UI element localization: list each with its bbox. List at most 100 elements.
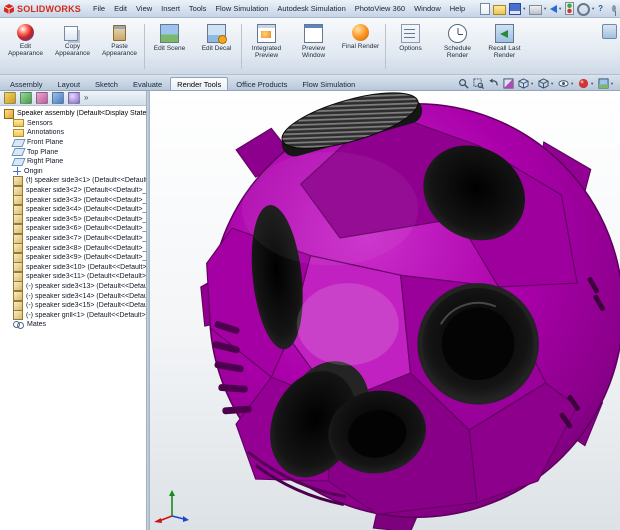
tree-item-top-plane[interactable]: Top Plane [2,147,146,157]
part-icon [13,186,23,196]
open-folder-icon [493,5,506,15]
copy-appearance-button[interactable]: Copy Appearance [49,20,96,73]
part-icon [13,224,23,234]
menu-tools[interactable]: Tools [185,2,211,15]
render-options-button[interactable]: Options [387,20,434,73]
tree-item-assembly-root[interactable]: Speaker assembly (Default<Display State- [2,109,146,119]
menu-view[interactable]: View [132,2,156,15]
tab-render-tools[interactable]: Render Tools [170,77,228,90]
previous-view-button[interactable] [488,78,499,89]
ribbon-separator [241,24,242,69]
tree-item-speaker-side3-7[interactable]: speaker side3<7> (Default<<Default>_ [2,234,146,244]
apply-scene-button[interactable]: ▼ [598,78,614,89]
view-orientation-button[interactable]: ▼ [518,78,534,89]
open-button[interactable] [493,3,506,15]
edit-appearance-headsup-button[interactable]: ▼ [578,78,594,89]
final-render-button[interactable]: Final Render [337,20,384,73]
help-button[interactable]: ? [598,4,603,14]
edit-scene-button[interactable]: Edit Scene [146,20,193,73]
tree-item-speaker-side3-2[interactable]: speaker side3<2> (Default<<Default>_ [2,186,146,196]
edit-scene-icon [160,24,179,43]
paste-appearance-button[interactable]: Paste Appearance [96,20,143,73]
menu-edit[interactable]: Edit [110,2,131,15]
undo-button[interactable]: ▼ [550,4,562,13]
ribbon-button-label: Paste Appearance [98,43,142,57]
featuremanager-tab-icon[interactable] [4,92,16,104]
tree-item-front-plane[interactable]: Front Plane [2,138,146,148]
tree-item-annotations[interactable]: Annotations [2,128,146,138]
menu-help[interactable]: Help [446,2,469,15]
tree-item-label: Top Plane [27,149,58,156]
part-icon [13,243,23,253]
recall-last-render-button[interactable]: Recall Last Render [481,20,528,73]
tree-item-speaker-side3-14[interactable]: (-) speaker side3<14> (Default<<Defaul [2,291,146,301]
tree-item-speaker-side3-13[interactable]: (-) speaker side3<13> (Default<<Defaul [2,282,146,292]
displaymanager-tab-icon[interactable] [68,92,80,104]
rebuild-button[interactable] [565,2,574,15]
menu-file[interactable]: File [89,2,109,15]
panel-tabs-overflow-button[interactable]: » [84,93,88,103]
integrated-preview-button[interactable]: Integrated Preview [243,20,290,73]
tab-evaluate[interactable]: Evaluate [126,77,169,90]
display-style-button[interactable]: ▼ [538,78,554,89]
configurationmanager-tab-icon[interactable] [36,92,48,104]
tree-item-speaker-side3-11[interactable]: speaker side3<11> (Default<<Default>_ [2,272,146,282]
menu-insert[interactable]: Insert [157,2,184,15]
save-button[interactable]: ▼ [509,3,526,15]
speaker-model-render[interactable] [150,91,620,530]
tab-flow-simulation[interactable]: Flow Simulation [295,77,362,90]
tree-item-speaker-side3-8[interactable]: speaker side3<8> (Default<<Default>_ [2,243,146,253]
main-area: » Speaker assembly (Default<Display Stat… [0,91,620,530]
folder-icon [13,129,24,137]
plane-icon [11,148,25,156]
dimxpertmanager-tab-icon[interactable] [52,92,64,104]
tree-item-speaker-side3-5[interactable]: speaker side3<5> (Default<<Default>_ [2,215,146,225]
tree-item-speaker-grill-1[interactable]: (-) speaker grill<1> (Default<<Default>_ [2,310,146,320]
new-document-button[interactable] [480,3,490,15]
preview-window-button[interactable]: Preview Window [290,20,337,73]
feature-tree: Speaker assembly (Default<Display State-… [0,106,146,530]
print-button[interactable]: ▼ [529,3,547,15]
graphics-area[interactable] [150,91,620,530]
tree-item-mates[interactable]: Mates [2,320,146,330]
tab-sketch[interactable]: Sketch [88,77,125,90]
task-pane-button[interactable] [602,24,617,39]
tree-item-speaker-side3-3[interactable]: speaker side3<3> (Default<<Default>_ [2,195,146,205]
edit-decal-button[interactable]: Edit Decal [193,20,240,73]
panel-tab-strip: » [0,91,146,106]
caret-down-icon: ▼ [558,7,562,11]
zoom-to-fit-button[interactable] [458,78,469,89]
tab-office-products[interactable]: Office Products [229,77,294,90]
tree-item-speaker-side3-9[interactable]: speaker side3<9> (Default<<Default>_ [2,253,146,263]
propertymanager-tab-icon[interactable] [20,92,32,104]
tab-assembly[interactable]: Assembly [3,77,50,90]
pushpin-icon[interactable] [612,5,616,12]
edit-appearance-button[interactable]: Edit Appearance [2,20,49,73]
menu-autodesk-simulation[interactable]: Autodesk Simulation [273,2,349,15]
schedule-render-button[interactable]: Schedule Render [434,20,481,73]
section-view-button[interactable] [503,78,514,89]
menu-flow-simulation[interactable]: Flow Simulation [211,2,272,15]
tree-item-speaker-side3-4[interactable]: speaker side3<4> (Default<<Default>_ [2,205,146,215]
hide-show-items-button[interactable]: ▼ [558,78,574,89]
tree-item-right-plane[interactable]: Right Plane [2,157,146,167]
caret-down-icon: ▼ [530,82,534,86]
ribbon-button-label: Copy Appearance [51,43,95,57]
tree-item-origin[interactable]: Origin [2,167,146,177]
tree-item-speaker-side3-15[interactable]: (-) speaker side3<15> (Default<<Defaul [2,301,146,311]
tab-layout[interactable]: Layout [51,77,88,90]
tree-item-sensors[interactable]: Sensors [2,119,146,129]
tree-item-speaker-side3-1[interactable]: (f) speaker side3<1> (Default<<Default>_ [2,176,146,186]
tree-item-label: speaker side3<11> (Default<<Default>_ [26,273,146,280]
ribbon-button-label: Edit Scene [148,45,192,52]
options-button[interactable]: ▼ [577,2,595,16]
solidworks-logo-icon [4,4,14,14]
menu-window[interactable]: Window [410,2,445,15]
tree-item-speaker-side3-10[interactable]: speaker side3<10> (Default<<Default>_ [2,263,146,273]
ribbon-button-label: Edit Appearance [4,43,48,57]
menu-photoview-360[interactable]: PhotoView 360 [351,2,409,15]
caret-down-icon: ▼ [590,82,594,86]
caret-down-icon: ▼ [610,82,614,86]
tree-item-speaker-side3-6[interactable]: speaker side3<6> (Default<<Default>_ [2,224,146,234]
zoom-to-area-button[interactable] [473,78,484,89]
